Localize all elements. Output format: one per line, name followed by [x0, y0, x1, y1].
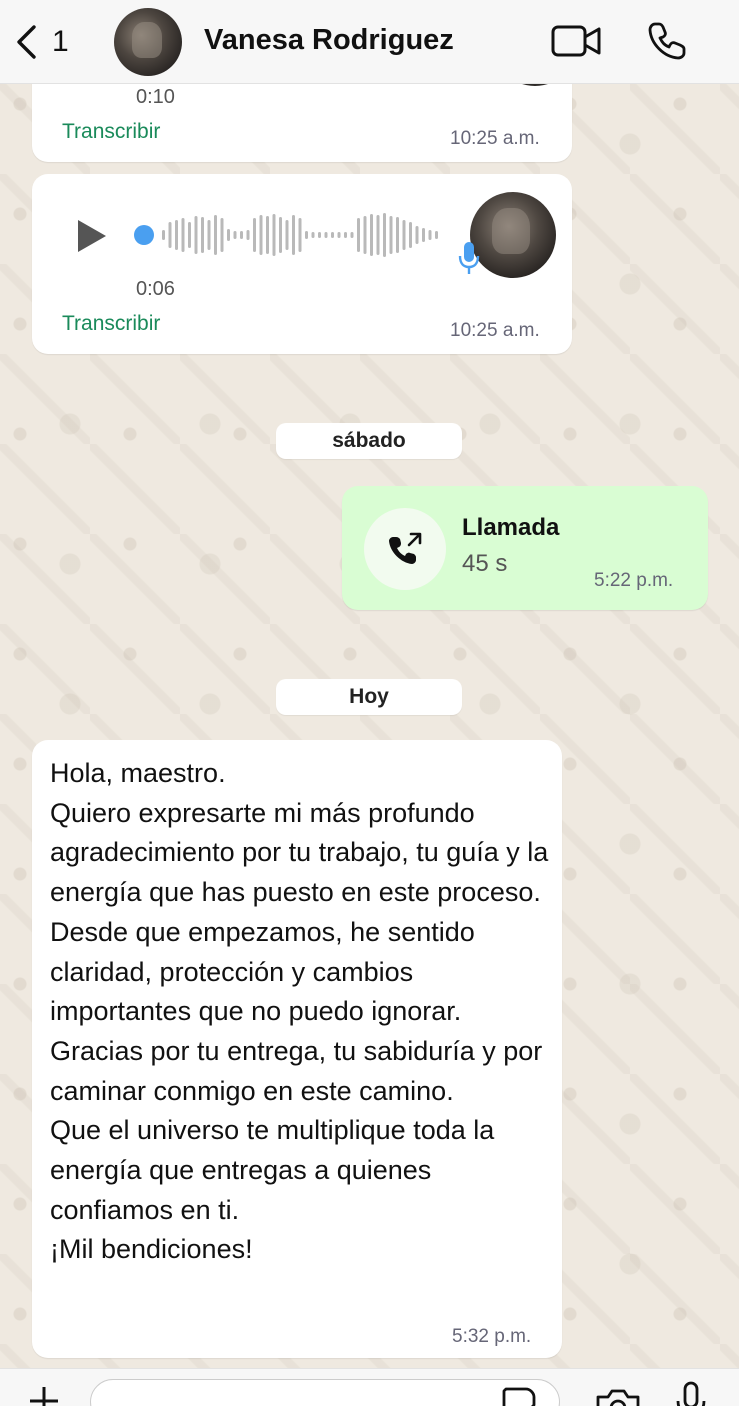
contact-name[interactable]: Vanesa Rodriguez [204, 24, 454, 57]
waveform-bar [207, 220, 211, 250]
waveform-bar [194, 216, 198, 254]
video-camera-icon[interactable] [550, 22, 602, 60]
message-body: Hola, maestro. Quiero expresarte mi más … [50, 758, 549, 1265]
date-separator: sábado [276, 423, 462, 459]
chevron-left-icon [17, 25, 36, 59]
transcribe-link[interactable]: Transcribir [62, 120, 160, 144]
waveform-bar [266, 216, 269, 254]
waveform-bar [298, 218, 302, 252]
waveform-bar [214, 215, 217, 255]
waveform-bar [363, 216, 367, 254]
text-message[interactable]: Hola, maestro. Quiero expresarte mi más … [32, 740, 562, 1358]
waveform-bar [370, 214, 373, 256]
waveform-bar [240, 231, 243, 239]
message-time: 5:32 p.m. [452, 1326, 532, 1347]
waveform-bar [233, 231, 237, 239]
waveform-bar [201, 217, 204, 253]
waveform-bar [383, 213, 386, 257]
waveform-bar [246, 230, 250, 240]
waveform-bar [357, 218, 360, 252]
message-time: 5:22 p.m. [594, 570, 674, 591]
audio-message[interactable]: 0:06 Transcribir 10:25 a.m. [32, 174, 572, 354]
waveform-bar [272, 214, 276, 256]
microphone-icon[interactable] [674, 1381, 708, 1406]
waveform-bar [285, 220, 289, 250]
phone-icon[interactable] [646, 20, 688, 62]
waveform-bar [292, 215, 295, 255]
call-title: Llamada [462, 514, 560, 541]
waveform-bar [376, 215, 380, 255]
waveform-bar [168, 222, 172, 248]
message-time: 10:25 a.m. [450, 128, 540, 149]
waveform-bar [305, 231, 308, 239]
transcribe-link[interactable]: Transcribir [62, 312, 160, 336]
waveform-bar [435, 231, 438, 239]
waveform-bar [318, 232, 321, 238]
waveform-bar [259, 215, 263, 255]
waveform-bar [227, 229, 230, 241]
waveform-bar [350, 232, 354, 238]
waveform-bar [324, 232, 328, 238]
waveform-bar [344, 232, 347, 238]
waveform-bar [175, 220, 178, 250]
audio-duration: 0:10 [136, 86, 175, 108]
waveform-bar [389, 216, 393, 254]
microphone-icon [458, 242, 480, 274]
waveform-bar [402, 220, 406, 250]
sender-avatar [470, 192, 556, 278]
waveform-bar [188, 222, 191, 248]
waveform-bar [415, 226, 419, 244]
waveform-bar [428, 230, 432, 240]
audio-waveform[interactable] [134, 210, 444, 260]
unread-count: 1 [52, 25, 69, 58]
audio-duration: 0:06 [136, 278, 175, 300]
contact-avatar[interactable] [114, 8, 182, 76]
date-separator: Hoy [276, 679, 462, 715]
waveform-bar [409, 222, 412, 248]
waveform-bar [279, 217, 282, 253]
playback-position-dot[interactable] [134, 225, 154, 245]
waveform-bar [396, 217, 399, 253]
waveform-bar [162, 230, 165, 240]
waveform-bar [422, 228, 425, 242]
message-input[interactable] [90, 1379, 560, 1406]
waveform-bar [181, 218, 185, 252]
compose-bar [0, 1368, 739, 1406]
waveform-bar [220, 218, 224, 252]
call-icon-circle [364, 508, 446, 590]
back-button[interactable]: 1 [14, 22, 69, 62]
camera-icon[interactable] [594, 1385, 642, 1406]
call-duration: 45 s [462, 550, 508, 577]
chat-header: 1 Vanesa Rodriguez [0, 0, 739, 84]
plus-icon[interactable] [26, 1383, 62, 1406]
sticker-icon[interactable] [500, 1385, 538, 1406]
waveform-bar [331, 232, 334, 238]
outgoing-call-icon [389, 532, 422, 564]
waveform-bar [311, 232, 315, 238]
message-time: 10:25 a.m. [450, 320, 540, 341]
waveform-bar [337, 232, 341, 238]
waveform-bar [253, 218, 256, 252]
call-message[interactable]: Llamada 45 s 5:22 p.m. [342, 486, 708, 610]
play-icon[interactable] [76, 218, 108, 254]
